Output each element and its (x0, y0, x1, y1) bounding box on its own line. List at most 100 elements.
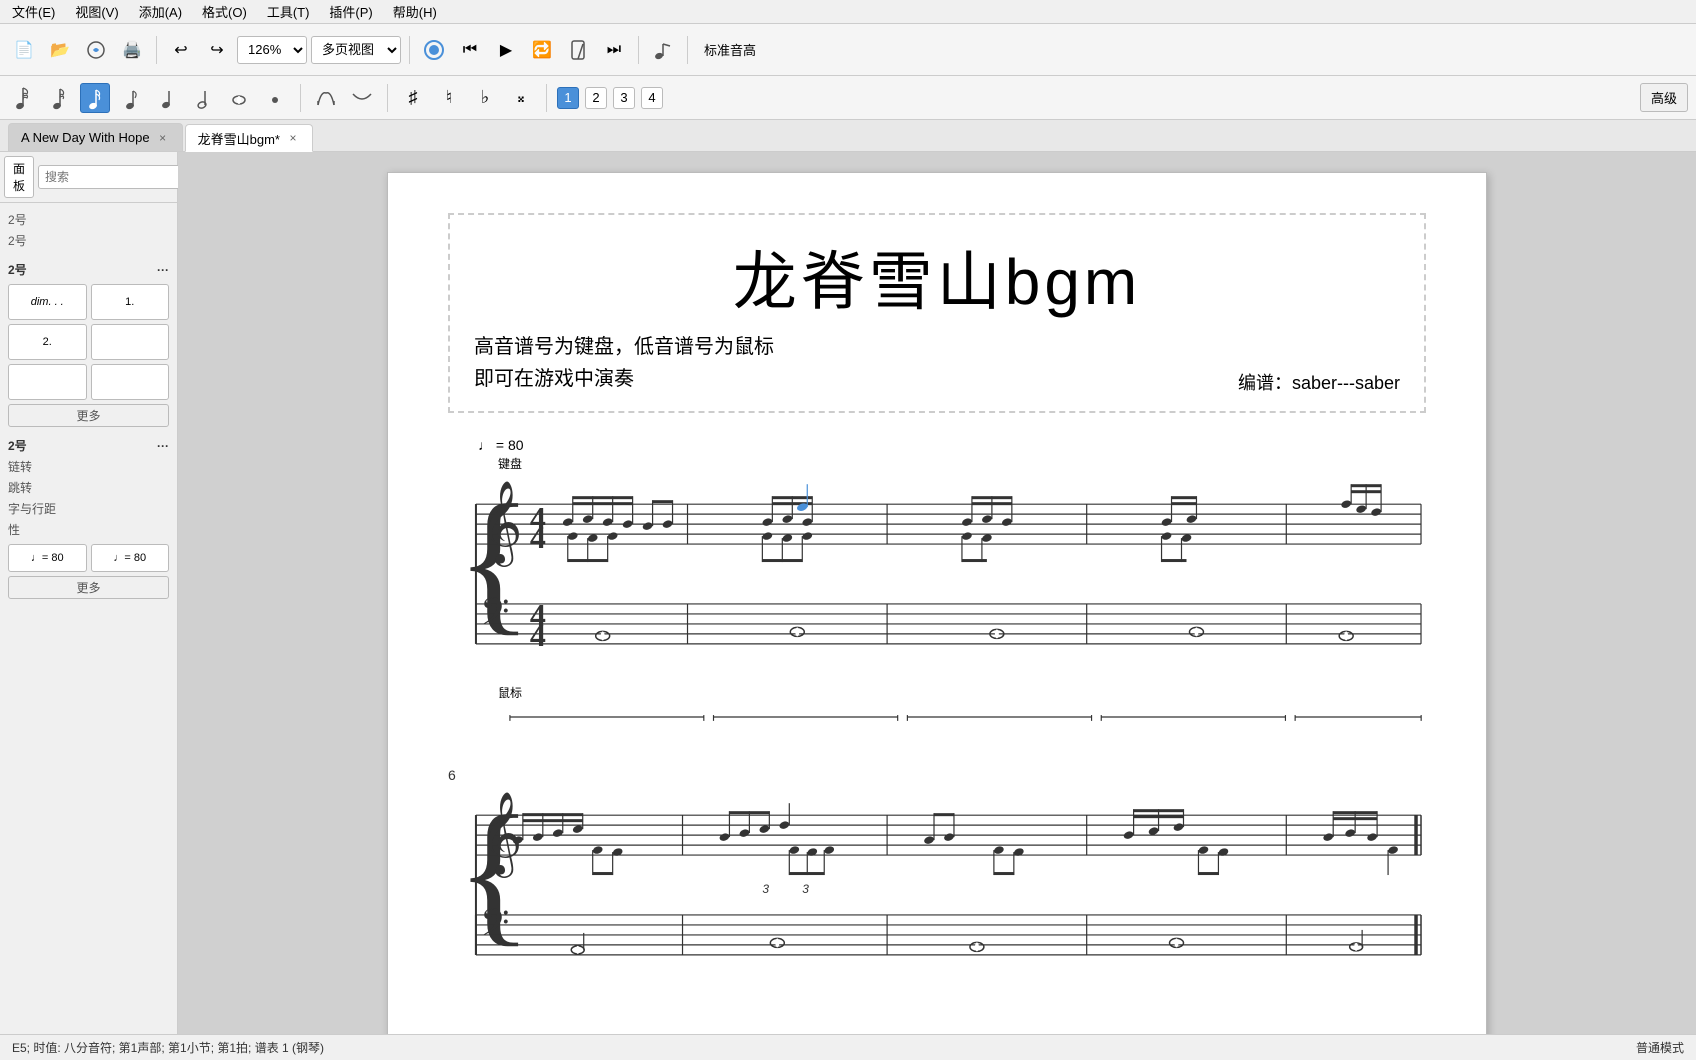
palette-item-1volta[interactable]: 1. (91, 284, 170, 320)
palette-volta-label: 1. (125, 296, 134, 308)
system-2-number: 6 (448, 767, 1426, 783)
end-btn[interactable]: ⏭ (598, 34, 630, 66)
ottava-brackets (448, 707, 1426, 727)
treble-measure-4 (1161, 496, 1198, 562)
redo-btn[interactable]: ↪ (201, 34, 233, 66)
grand-staff-svg-1: { 𝄞 4 4 (448, 474, 1426, 694)
note-8th-btn[interactable] (116, 83, 146, 113)
loop-btn[interactable]: 🔁 (526, 34, 558, 66)
note-input-toggle[interactable] (647, 34, 679, 66)
tempo-item-2[interactable]: ♩= 80 (91, 544, 170, 572)
tab-a-new-day[interactable]: A New Day With Hope × (8, 123, 183, 151)
palette-item-blank3[interactable] (91, 364, 170, 400)
standard-pitch-label: 标准音高 (696, 40, 764, 59)
palette-more-btn[interactable]: 更多 (8, 404, 169, 427)
treble-m8 (923, 813, 1025, 875)
palette-dim-label: dim. . . (31, 296, 64, 308)
flat-btn[interactable]: ♭ (470, 83, 500, 113)
note-16th-btn[interactable] (80, 83, 110, 113)
svg-text:4: 4 (530, 520, 546, 555)
note-dot-btn[interactable] (260, 83, 290, 113)
menu-file[interactable]: 文件(E) (8, 0, 59, 23)
sidebar-item-spacing[interactable]: 字与行距 (4, 498, 173, 519)
menu-add[interactable]: 添加(A) (135, 0, 186, 23)
score-area[interactable]: 龙脊雪山bgm 高音谱号为键盘，低音谱号为鼠标 即可在游戏中演奏 编谱：sabe… (178, 152, 1696, 1034)
tempo-more-btn[interactable]: 更多 (8, 576, 169, 599)
menu-tools[interactable]: 工具(T) (263, 0, 314, 23)
palette-item-dim[interactable]: dim. . . (8, 284, 87, 320)
svg-text:𝄞: 𝄞 (480, 792, 522, 878)
tab-close-a-new-day[interactable]: × (156, 131, 170, 145)
tempo-item-1[interactable]: ♩= 80 (8, 544, 87, 572)
treble-measure-1 (562, 496, 674, 562)
note-half-btn[interactable] (188, 83, 218, 113)
status-mode: 普通模式 (1636, 1039, 1684, 1056)
voice-4-btn[interactable]: 4 (641, 87, 663, 109)
score-title-block: 龙脊雪山bgm 高音谱号为键盘，低音谱号为鼠标 即可在游戏中演奏 编谱：sabe… (448, 213, 1426, 413)
tab-longji[interactable]: 龙脊雪山bgm* × (185, 124, 313, 152)
sidebar-section-1: 2号 2号 (4, 209, 173, 251)
sharp-btn[interactable]: ♯ (398, 83, 428, 113)
svg-text:3: 3 (762, 882, 769, 896)
staff-system-1: ♩ = 80 键盘 { 𝄞 4 4 (448, 437, 1426, 727)
palette-row-2: 2. (8, 324, 169, 360)
slur-btn[interactable] (347, 83, 377, 113)
save-online-btn[interactable] (80, 34, 112, 66)
sidebar-section-3-label: 2号 (8, 437, 27, 454)
sidebar-section-2-more-icon[interactable]: ··· (157, 263, 169, 277)
sidebar-item-zhuan[interactable]: 链转 (4, 456, 173, 477)
sidebar-section-2-header: 2号 ··· (4, 259, 173, 280)
natural-btn[interactable]: ♮ (434, 83, 464, 113)
note-whole-btn[interactable] (224, 83, 254, 113)
voice-3-btn[interactable]: 3 (613, 87, 635, 109)
status-text: E5; 时值: 八分音符; 第1声部; 第1小节; 第1拍; 谱表 1 (钢琴) (12, 1039, 324, 1056)
menu-view[interactable]: 视图(V) (71, 0, 122, 23)
sidebar-item-2hao-1[interactable]: 2号 (4, 209, 173, 230)
sidebar-top: 面板 (0, 152, 177, 203)
tab-close-longji[interactable]: × (286, 131, 300, 145)
sidebar-item-2hao-2[interactable]: 2号 (4, 230, 173, 251)
new-file-btn[interactable]: 📄 (8, 34, 40, 66)
note-64th-btn[interactable] (8, 83, 38, 113)
svg-text:3: 3 (802, 882, 809, 896)
status-bar: E5; 时值: 八分音符; 第1声部; 第1小节; 第1拍; 谱表 1 (钢琴)… (0, 1034, 1696, 1060)
score-arranger: 编谱：saber---saber (1238, 369, 1400, 395)
score-subtitle-line1: 高音谱号为键盘，低音谱号为鼠标 (474, 331, 1400, 363)
mixer-btn[interactable] (418, 34, 450, 66)
zoom-select[interactable]: 50%75%100%126%150%200% (237, 36, 307, 64)
treble-instrument-label: 键盘 (448, 455, 1426, 472)
panel-btn[interactable]: 面板 (4, 156, 34, 198)
note-32nd-btn[interactable] (44, 83, 74, 113)
tuplet-btn[interactable] (311, 83, 341, 113)
menu-plugins[interactable]: 插件(P) (325, 0, 376, 23)
menu-help[interactable]: 帮助(H) (389, 0, 441, 23)
palette-item-blank2[interactable] (8, 364, 87, 400)
double-sharp-btn[interactable]: 𝄪 (506, 83, 536, 113)
voice-2-btn[interactable]: 2 (585, 87, 607, 109)
tempo-row: ♩= 80 ♩= 80 (8, 544, 169, 572)
sidebar-section-3-more-icon[interactable]: ··· (157, 439, 169, 453)
view-mode-select[interactable]: 单页视图多页视图连续视图 (311, 36, 401, 64)
bass-instrument-label: 鼠标 (448, 684, 1426, 701)
open-file-btn[interactable]: 📂 (44, 34, 76, 66)
palette-item-2volta[interactable]: 2. (8, 324, 87, 360)
rewind-btn[interactable]: ⏮ (454, 34, 486, 66)
menu-format[interactable]: 格式(O) (198, 0, 251, 23)
note-quarter-btn[interactable] (152, 83, 182, 113)
tab-label-longji: 龙脊雪山bgm* (198, 129, 280, 148)
sidebar-item-xing[interactable]: 性 (4, 519, 173, 540)
advanced-btn[interactable]: 高级 (1640, 83, 1688, 112)
metronome-btn[interactable] (562, 34, 594, 66)
print-btn[interactable]: 🖨️ (116, 34, 148, 66)
grand-staff-svg-2: { 𝄞 (448, 785, 1426, 1005)
sidebar-section-2-label: 2号 (8, 261, 27, 278)
sidebar-item-tiao[interactable]: 跳转 (4, 477, 173, 498)
notes-toolbar: ♯ ♮ ♭ 𝄪 1 2 3 4 高级 (0, 76, 1696, 120)
treble-m10 (1322, 811, 1399, 875)
palette-2volta-label: 2. (43, 336, 52, 348)
sidebar-section-3: 2号 ··· 链转 跳转 字与行距 性 ♩= 80 ♩= 80 更多 (4, 435, 173, 599)
palette-item-blank[interactable] (91, 324, 170, 360)
undo-btn[interactable]: ↩ (165, 34, 197, 66)
voice-1-btn[interactable]: 1 (557, 87, 579, 109)
play-btn[interactable]: ▶ (490, 34, 522, 66)
